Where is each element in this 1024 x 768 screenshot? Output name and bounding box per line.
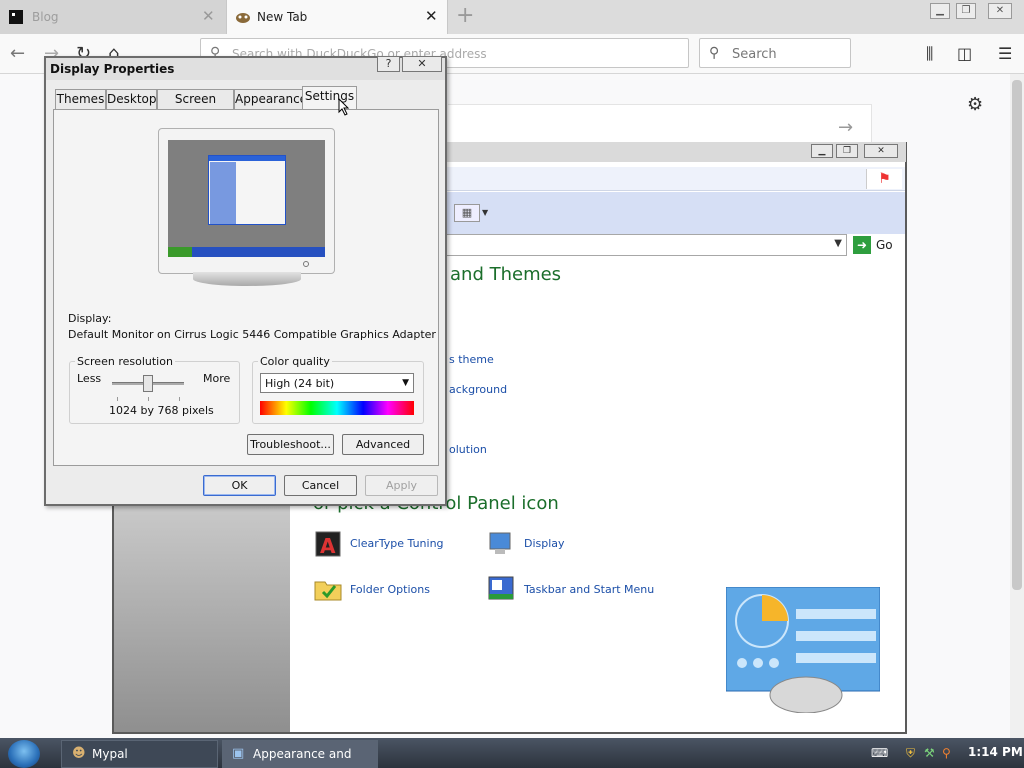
tab-desktop[interactable]: Desktop [106,89,157,109]
search-tray-icon[interactable]: ⚲ [942,746,951,760]
network-icon[interactable]: ⚒ [924,746,935,760]
color-quality-label: Color quality [258,355,332,368]
close-window-button[interactable]: ✕ [988,3,1012,19]
keyboard-icon[interactable]: ⌨ [871,746,888,760]
chevron-down-icon[interactable]: ▼ [402,378,409,388]
taskbar-item-label: Mypal [92,747,128,761]
tab-themes[interactable]: Themes [55,89,106,109]
cp-minimize-button[interactable]: ▁ [811,144,833,158]
control-panel-taskbar-icon: ▣ [232,746,245,761]
cp-sidebar [114,506,290,732]
views-dropdown-icon[interactable]: ▼ [482,208,488,217]
cleartype-icon[interactable]: A [313,529,343,559]
tab-screen-saver[interactable]: Screen Saver [157,89,234,124]
power-led-icon [303,261,309,267]
mypal-favicon-icon [236,13,250,23]
cancel-button[interactable]: Cancel [284,475,357,496]
menu-icon[interactable]: ☰ [998,44,1012,63]
color-quality-value: High (24 bit) [265,377,335,390]
svg-text:A: A [320,534,336,558]
search-icon: ⚲ [709,45,720,61]
blog-favicon-icon [9,10,23,24]
tab-label: New Tab [257,10,308,24]
task-link-theme[interactable]: s theme [449,353,494,366]
control-panel-banner-icon [726,587,880,713]
cp-toolbar [447,192,905,234]
slider-tick [117,397,118,401]
gear-icon[interactable]: ⚙ [967,94,983,115]
dialog-close-button[interactable]: ✕ [402,56,442,72]
less-label: Less [77,372,102,385]
minimize-window-button[interactable]: ▁ [930,3,950,19]
monitor-stand [193,272,301,286]
scroll-thumb[interactable] [1012,80,1022,590]
taskbar-item-label: Appearance and Th... [253,747,352,761]
screen-resolution-label: Screen resolution [75,355,175,368]
mypal-taskbar-icon: ☻ [72,746,86,761]
close-tab-icon[interactable]: ✕ [202,8,215,24]
task-link-resolution[interactable]: olution [449,443,487,456]
cp-close-button[interactable]: ✕ [864,144,898,158]
chevron-down-icon[interactable]: ▼ [834,238,842,249]
tab-blog[interactable]: Blog ✕ [0,0,226,34]
dialog-title: Display Properties [50,62,175,76]
advanced-button[interactable]: Advanced [342,434,424,455]
cp-maximize-button[interactable]: ❐ [836,144,858,158]
category-heading: and Themes [450,264,562,285]
windows-logo-icon: ⚑ [866,169,902,189]
more-label: More [203,372,231,385]
task-link-background[interactable]: ackground [449,383,507,396]
taskbar-start-menu-icon[interactable] [486,574,516,604]
start-button[interactable] [8,740,40,768]
mouse-cursor-icon [338,98,350,116]
resolution-slider-thumb[interactable] [143,375,153,392]
ok-button[interactable]: OK [203,475,276,496]
cp-address-bar[interactable]: ▼ [447,234,847,256]
display-value: Default Monitor on Cirrus Logic 5446 Com… [68,328,436,341]
restore-window-button[interactable]: ❐ [956,3,976,19]
go-arrow-icon[interactable]: ➜ [853,236,871,254]
sidebar-icon[interactable]: ◫ [957,44,972,63]
arrow-right-icon[interactable]: → [838,117,853,138]
display-label: Display: [68,312,112,325]
back-icon[interactable]: ← [10,44,25,64]
preview-window [208,155,286,225]
new-tab-button[interactable]: + [456,4,474,28]
tab-label: Blog [32,10,59,24]
shield-icon[interactable]: ⛨ [906,746,915,761]
folder-options-icon[interactable] [313,574,343,604]
taskbar-item-appearance[interactable]: Appearance and Th... [222,740,378,768]
color-quality-select[interactable]: High (24 bit) ▼ [260,373,414,393]
slider-tick [179,397,180,401]
top-sites-card[interactable] [448,104,872,144]
color-spectrum-bar [260,401,414,415]
slider-tick [148,397,149,401]
resolution-value: 1024 by 768 pixels [109,404,214,417]
library-icon[interactable]: ⫼ [926,44,933,64]
tab-appearance[interactable]: Appearance [234,89,307,109]
cp-menubar [447,167,905,191]
tab-new-tab[interactable]: New Tab ✕ [226,0,448,34]
apply-button[interactable]: Apply [365,475,438,496]
display-link[interactable]: Display [524,537,565,550]
display-icon[interactable] [486,529,516,559]
go-button-label[interactable]: Go [876,238,893,252]
cleartype-link[interactable]: ClearType Tuning [350,537,444,550]
troubleshoot-button[interactable]: Troubleshoot... [247,434,334,455]
folder-options-link[interactable]: Folder Options [350,583,430,596]
taskbar-start-menu-link[interactable]: Taskbar and Start Menu [524,583,654,596]
close-tab-icon[interactable]: ✕ [425,8,438,24]
preview-taskbar [168,247,325,257]
clock[interactable]: 1:14 PM [968,745,1023,759]
help-button[interactable]: ? [377,56,400,72]
search-placeholder: Search [732,47,777,62]
views-icon[interactable]: ▦ [454,204,480,222]
search-input[interactable]: ⚲ Search [699,38,851,68]
